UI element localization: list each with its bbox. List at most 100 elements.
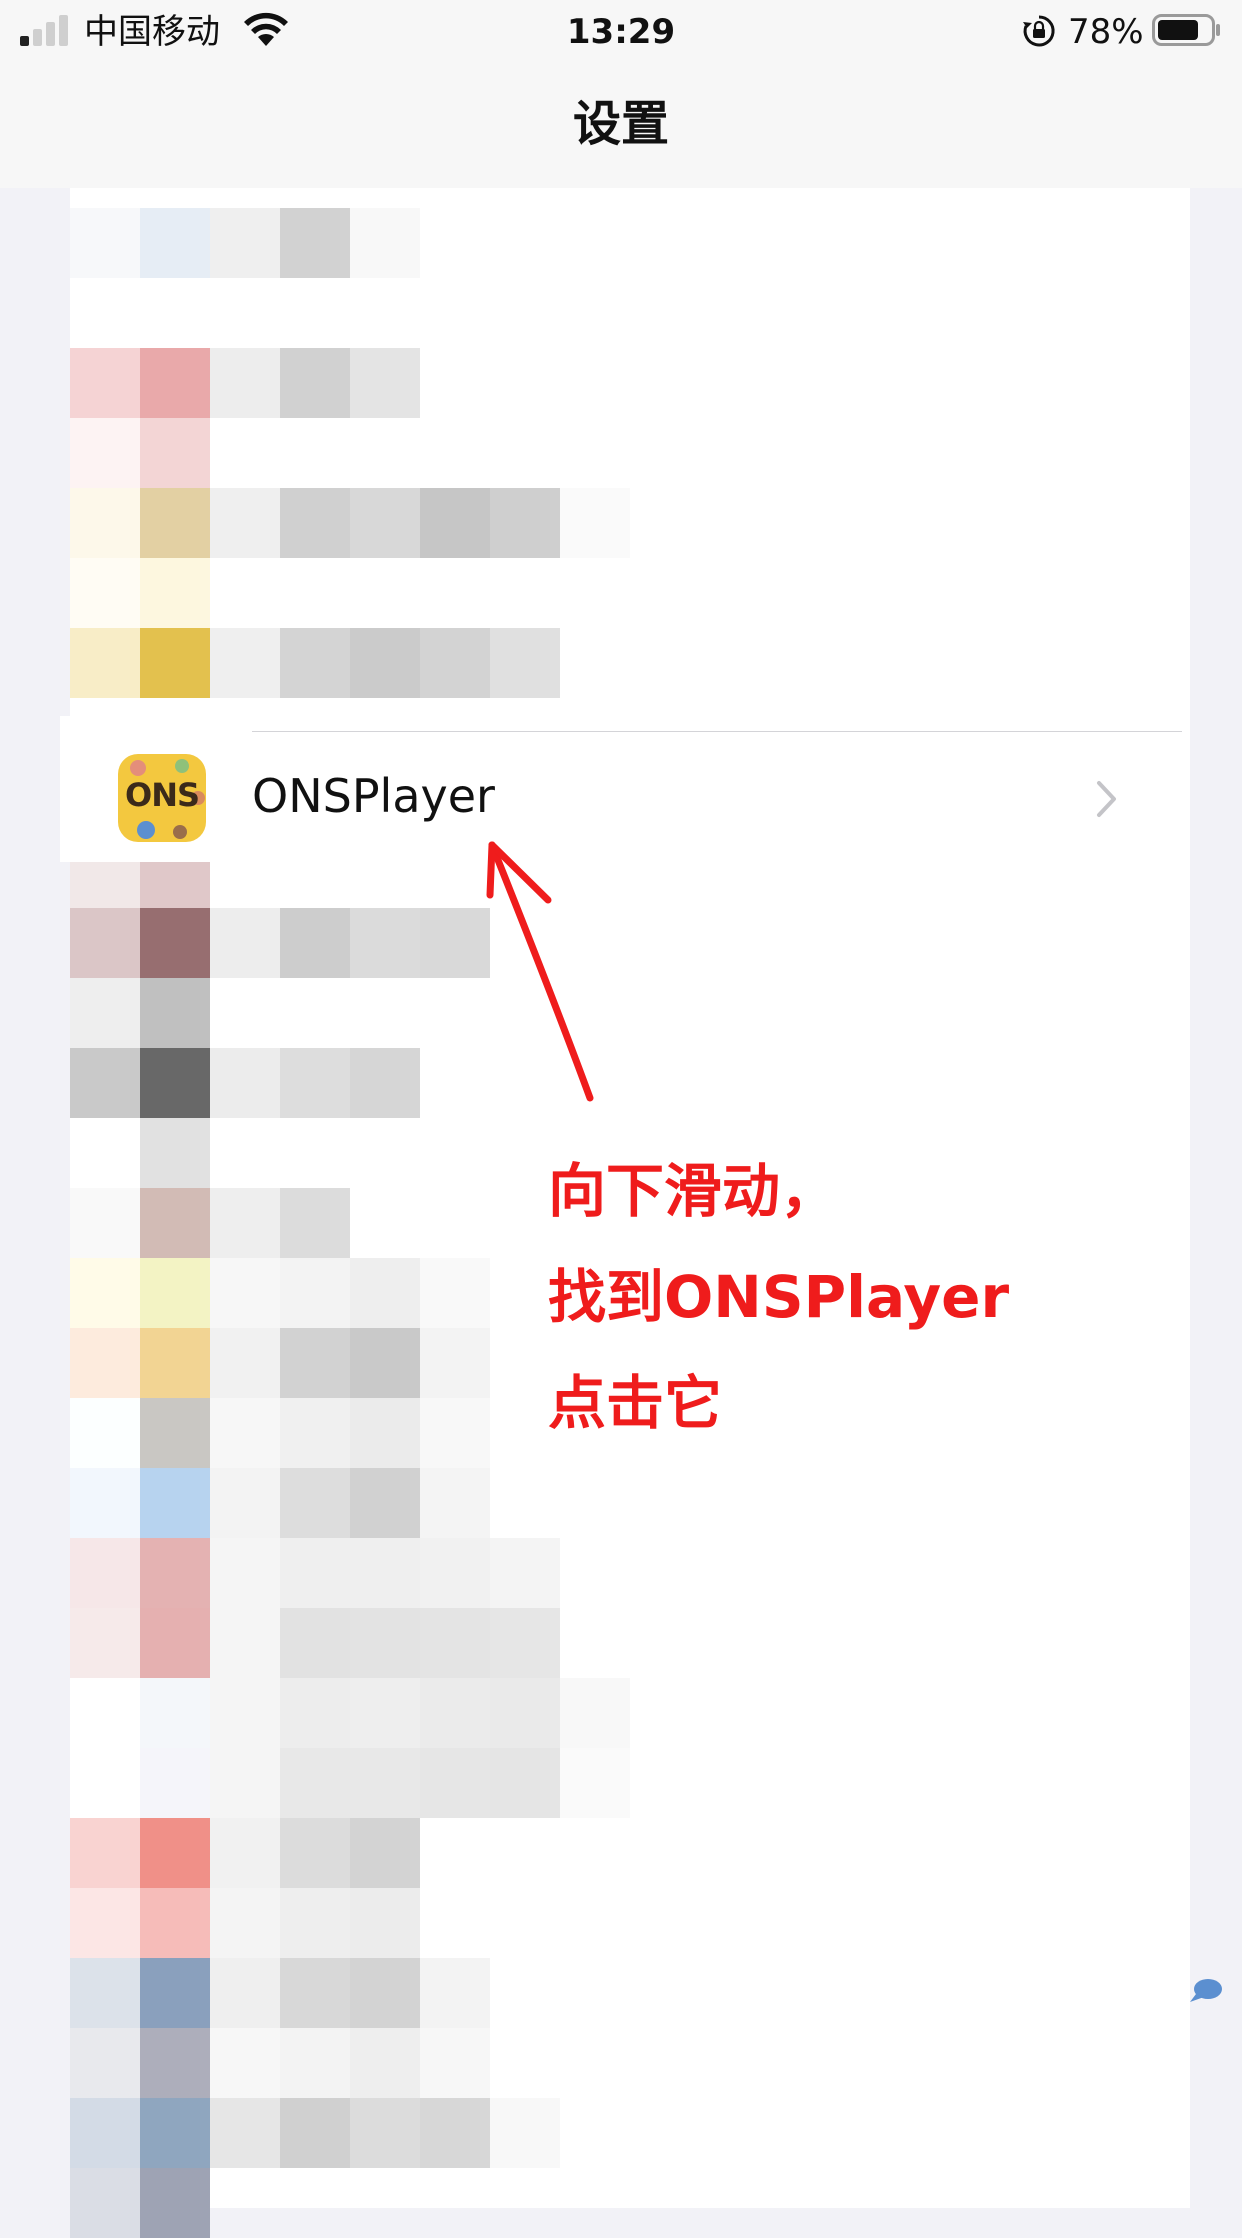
mosaic-block bbox=[140, 1888, 210, 1958]
mosaic-block bbox=[280, 1958, 350, 2028]
mosaic-block bbox=[70, 558, 140, 628]
row-label: ONSPlayer bbox=[252, 769, 495, 823]
mosaic-block bbox=[210, 1468, 280, 1538]
mosaic-block bbox=[350, 1468, 420, 1538]
mosaic-block bbox=[140, 1258, 210, 1328]
mosaic-block bbox=[70, 908, 140, 978]
mosaic-block bbox=[70, 208, 140, 278]
mosaic-block bbox=[140, 1048, 210, 1118]
mosaic-block bbox=[350, 1398, 420, 1468]
mosaic-block bbox=[210, 1398, 280, 1468]
mosaic-block bbox=[280, 208, 350, 278]
mosaic-block bbox=[280, 1678, 350, 1748]
mosaic-block bbox=[70, 1328, 140, 1398]
mosaic-block bbox=[420, 908, 490, 978]
mosaic-block bbox=[210, 1328, 280, 1398]
mosaic-block bbox=[280, 348, 350, 418]
mosaic-block bbox=[210, 488, 280, 558]
mosaic-block bbox=[490, 628, 560, 698]
mosaic-block bbox=[280, 2028, 350, 2098]
mosaic-block bbox=[560, 488, 630, 558]
mosaic-block bbox=[490, 1538, 560, 1608]
mosaic-block bbox=[70, 1188, 140, 1258]
mosaic-block bbox=[420, 1398, 490, 1468]
mosaic-block bbox=[280, 1818, 350, 1888]
mosaic-block bbox=[420, 1328, 490, 1398]
mosaic-block bbox=[210, 1958, 280, 2028]
mosaic-block bbox=[350, 1888, 420, 1958]
mosaic-block bbox=[70, 1608, 140, 1678]
mosaic-block bbox=[210, 1888, 280, 1958]
mosaic-block bbox=[70, 1538, 140, 1608]
orientation-lock-icon bbox=[1023, 15, 1055, 47]
mosaic-block bbox=[490, 2098, 560, 2168]
mosaic-block bbox=[70, 488, 140, 558]
battery-icon bbox=[1152, 14, 1220, 46]
mosaic-block bbox=[560, 1748, 630, 1818]
mosaic-block bbox=[420, 628, 490, 698]
mosaic-block bbox=[420, 1608, 490, 1678]
mosaic-block bbox=[350, 1608, 420, 1678]
mosaic-block bbox=[210, 628, 280, 698]
mosaic-block bbox=[140, 418, 210, 488]
mosaic-block bbox=[70, 2028, 140, 2098]
mosaic-block bbox=[350, 1538, 420, 1608]
mosaic-block bbox=[420, 1958, 490, 2028]
mosaic-block bbox=[420, 1748, 490, 1818]
mosaic-block bbox=[420, 1468, 490, 1538]
mosaic-block bbox=[140, 208, 210, 278]
mosaic-block bbox=[70, 348, 140, 418]
mosaic-block bbox=[350, 348, 420, 418]
mosaic-block bbox=[210, 1678, 280, 1748]
mosaic-block bbox=[210, 908, 280, 978]
mosaic-block bbox=[70, 2098, 140, 2168]
onsplayer-logo-text: ONS bbox=[124, 776, 200, 814]
mosaic-block bbox=[420, 1538, 490, 1608]
mosaic-block bbox=[280, 1328, 350, 1398]
mosaic-block bbox=[70, 628, 140, 698]
mosaic-block bbox=[140, 348, 210, 418]
mosaic-block bbox=[280, 628, 350, 698]
navigation-bar: 设置 bbox=[0, 64, 1242, 188]
mosaic-block bbox=[70, 1258, 140, 1328]
mosaic-block bbox=[420, 2028, 490, 2098]
annotation-line-2: 找到ONSPlayer bbox=[548, 1263, 1010, 1331]
mosaic-block bbox=[70, 1118, 140, 1188]
mosaic-block bbox=[350, 1048, 420, 1118]
mosaic-block bbox=[280, 1888, 350, 1958]
settings-row-onsplayer[interactable]: ONS ONSPlayer bbox=[60, 716, 1182, 862]
mosaic-block bbox=[70, 418, 140, 488]
row-separator bbox=[252, 731, 1182, 732]
mosaic-block bbox=[140, 488, 210, 558]
mosaic-block bbox=[140, 1188, 210, 1258]
chat-bubble-icon bbox=[1190, 1979, 1222, 2002]
mosaic-block bbox=[140, 908, 210, 978]
mosaic-block bbox=[70, 1958, 140, 2028]
mosaic-block bbox=[70, 1748, 140, 1818]
mosaic-block bbox=[490, 488, 560, 558]
mosaic-block bbox=[140, 1468, 210, 1538]
mosaic-block bbox=[140, 2028, 210, 2098]
mosaic-block bbox=[140, 2168, 210, 2238]
mosaic-block bbox=[70, 278, 140, 348]
mosaic-block bbox=[140, 278, 210, 348]
mosaic-block bbox=[210, 2028, 280, 2098]
mosaic-block bbox=[70, 1818, 140, 1888]
mosaic-block bbox=[280, 2098, 350, 2168]
annotation-line-1: 向下滑动， bbox=[548, 1157, 839, 1225]
mosaic-block bbox=[210, 1538, 280, 1608]
mosaic-block bbox=[350, 1258, 420, 1328]
mosaic-block bbox=[210, 208, 280, 278]
mosaic-block bbox=[280, 1188, 350, 1258]
mosaic-block bbox=[280, 1258, 350, 1328]
chevron-right-icon bbox=[1097, 781, 1116, 817]
battery-percentage: 78% bbox=[1068, 12, 1144, 52]
onsplayer-app-icon: ONS bbox=[118, 754, 206, 842]
mosaic-block bbox=[210, 1048, 280, 1118]
mosaic-block bbox=[70, 1888, 140, 1958]
annotation-text: 向下滑动， 找到ONSPlayer 点击它 bbox=[548, 1138, 1009, 1456]
mosaic-block bbox=[350, 1958, 420, 2028]
mosaic-block bbox=[140, 1678, 210, 1748]
mosaic-block bbox=[210, 1748, 280, 1818]
mosaic-block bbox=[350, 1748, 420, 1818]
